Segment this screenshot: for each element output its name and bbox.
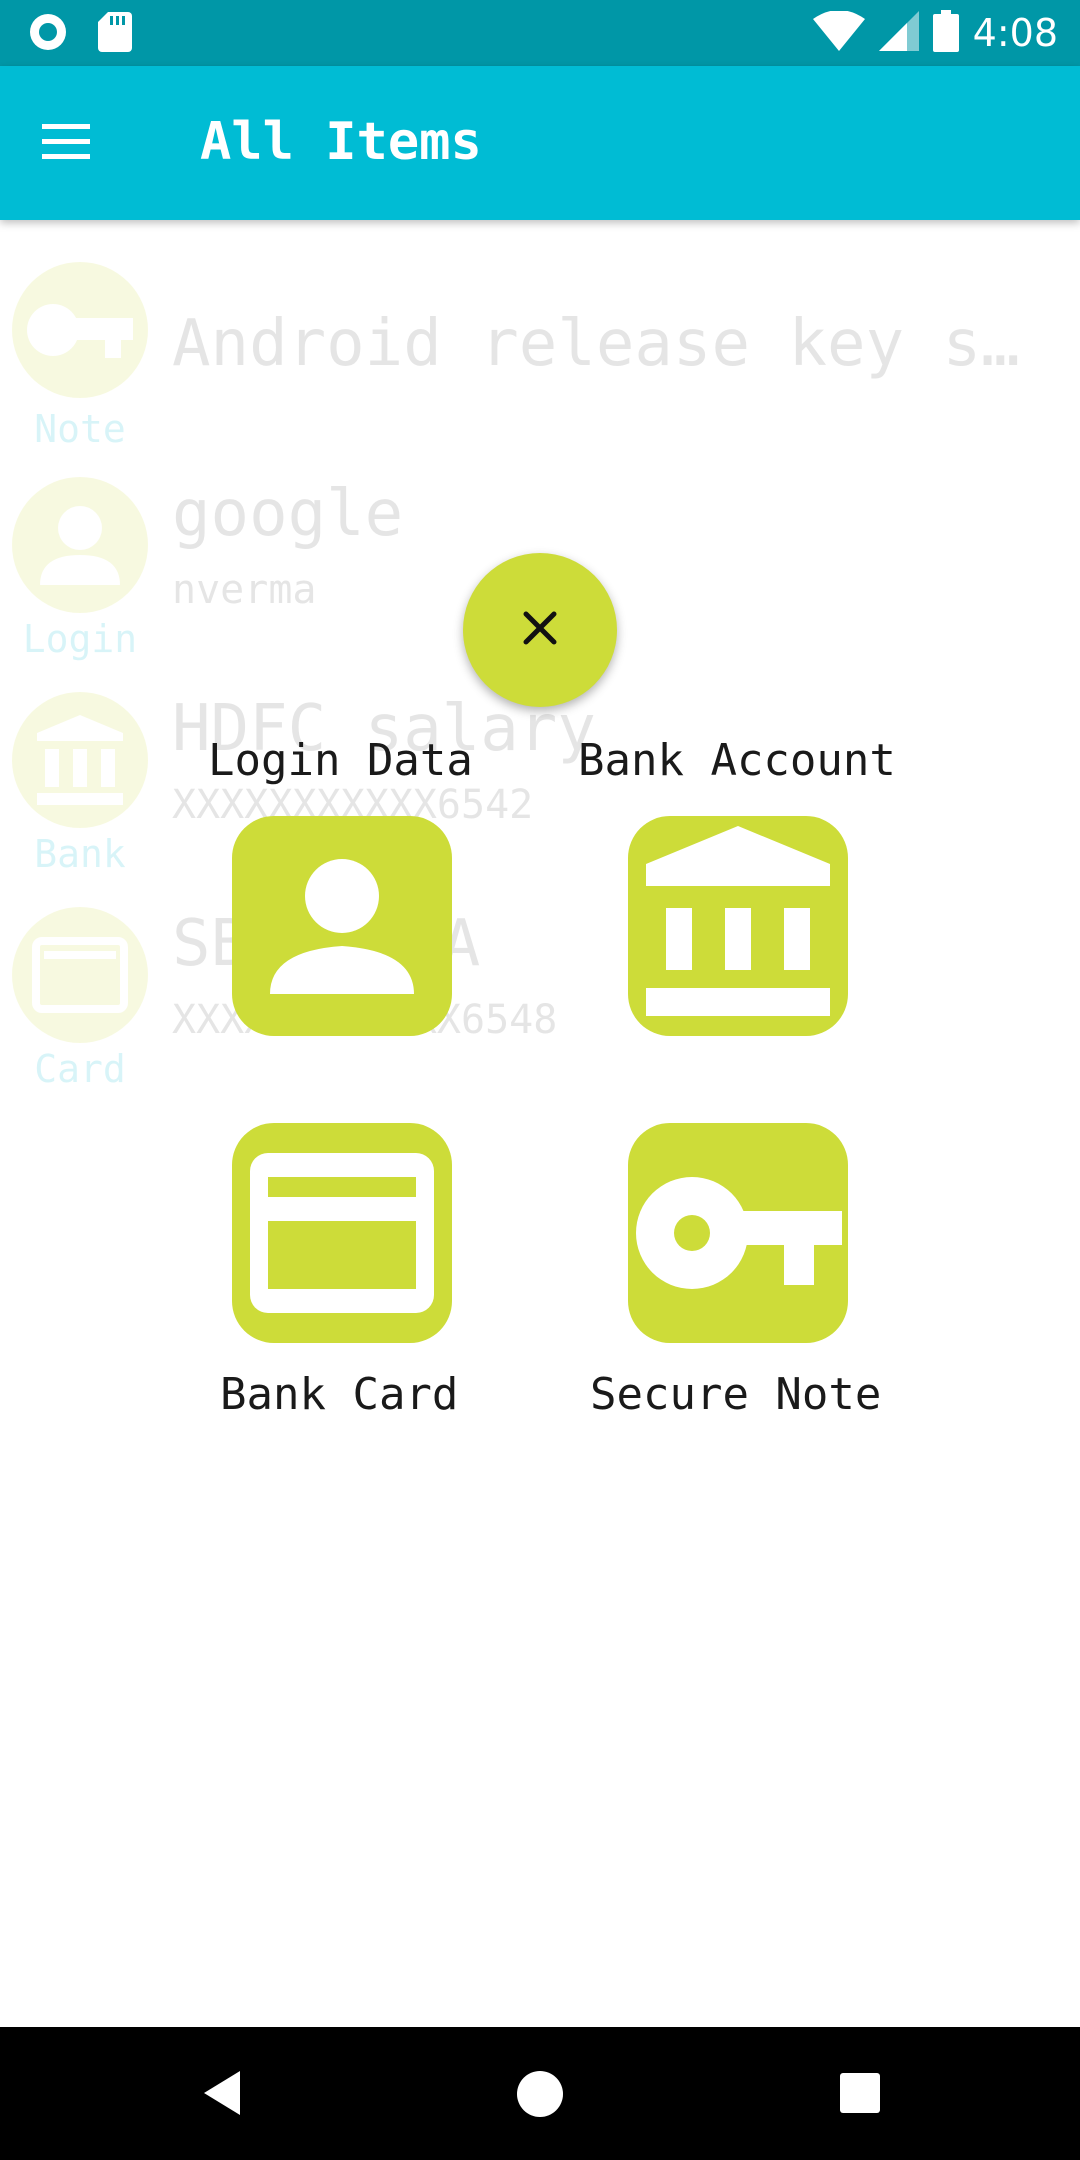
add-bank-card-option[interactable]: Bank Card xyxy=(190,1123,490,1423)
cell-signal-icon xyxy=(878,11,919,55)
key-icon xyxy=(12,262,148,398)
card-icon[interactable] xyxy=(232,1123,452,1343)
list-item[interactable]: Note Android release key s… xyxy=(0,242,1080,457)
page-title: All Items xyxy=(200,112,482,172)
app-bar: All Items xyxy=(0,66,1080,220)
list-item-title: Android release key s… xyxy=(172,307,1020,381)
list-item-type: Login xyxy=(22,617,138,661)
add-bank-account-option[interactable]: Bank Account xyxy=(560,735,920,1036)
close-icon xyxy=(522,610,558,650)
option-label: Secure Note xyxy=(590,1369,882,1420)
person-icon xyxy=(12,477,148,613)
bank-icon[interactable] xyxy=(628,816,848,1036)
wifi-icon xyxy=(812,10,865,55)
bank-icon xyxy=(12,692,148,828)
hamburger-menu-icon[interactable] xyxy=(38,112,118,172)
add-login-data-option[interactable]: Login Data xyxy=(190,735,490,1036)
list-item-title: google xyxy=(172,477,404,551)
card-icon xyxy=(12,907,148,1043)
add-secure-note-option[interactable]: Secure Note xyxy=(560,1123,920,1423)
list-item-subtitle: nverma xyxy=(172,567,317,613)
battery-icon xyxy=(932,10,959,56)
home-icon[interactable] xyxy=(516,2070,564,2122)
option-label: Bank Account xyxy=(578,735,896,786)
list-item-type: Card xyxy=(34,1047,126,1091)
close-fab-button[interactable] xyxy=(463,553,617,707)
sd-card-icon xyxy=(98,12,132,56)
person-icon[interactable] xyxy=(232,816,452,1036)
option-label: Login Data xyxy=(208,735,473,786)
key-icon[interactable] xyxy=(628,1123,848,1343)
recents-icon[interactable] xyxy=(838,2071,882,2119)
app-notification-icon xyxy=(28,12,68,56)
status-time: 4:08 xyxy=(972,11,1058,55)
option-label: Bank Card xyxy=(220,1369,459,1420)
status-bar: 4:08 xyxy=(0,0,1080,66)
nav-bar xyxy=(0,2027,1080,2160)
list-item-type: Note xyxy=(34,407,126,451)
back-icon[interactable] xyxy=(200,2069,244,2121)
list-item-type: Bank xyxy=(34,832,126,876)
